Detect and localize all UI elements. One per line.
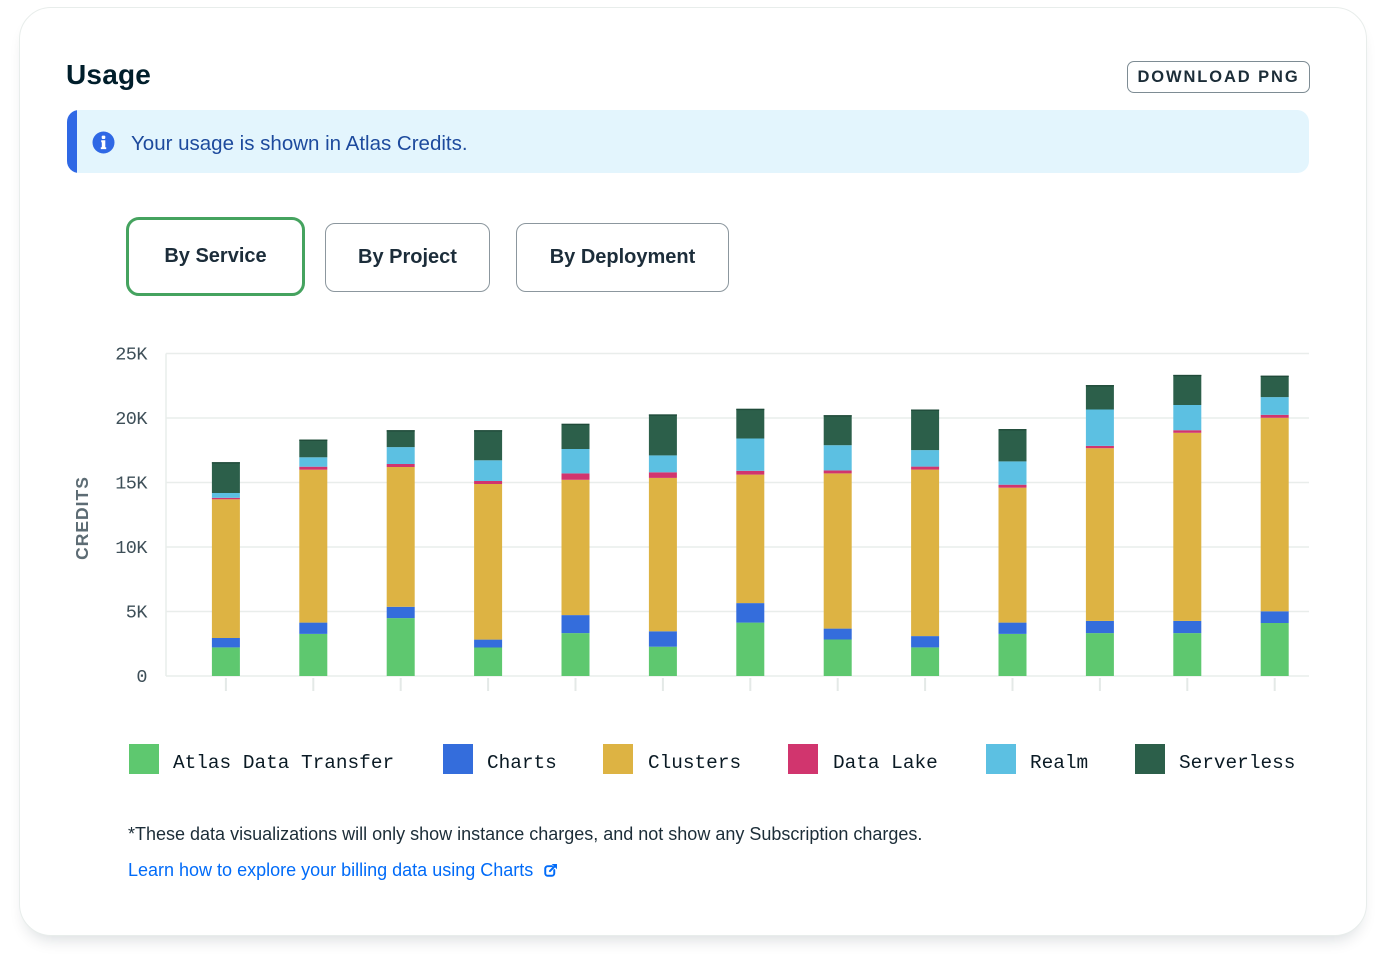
svg-text:CREDITS: CREDITS — [72, 476, 92, 560]
svg-text:5K: 5K — [126, 603, 149, 624]
svg-text:15K: 15K — [115, 474, 148, 495]
svg-text:20K: 20K — [115, 409, 148, 430]
svg-text:10K: 10K — [115, 538, 148, 559]
svg-text:0: 0 — [136, 667, 147, 688]
svg-text:25K: 25K — [115, 345, 148, 366]
